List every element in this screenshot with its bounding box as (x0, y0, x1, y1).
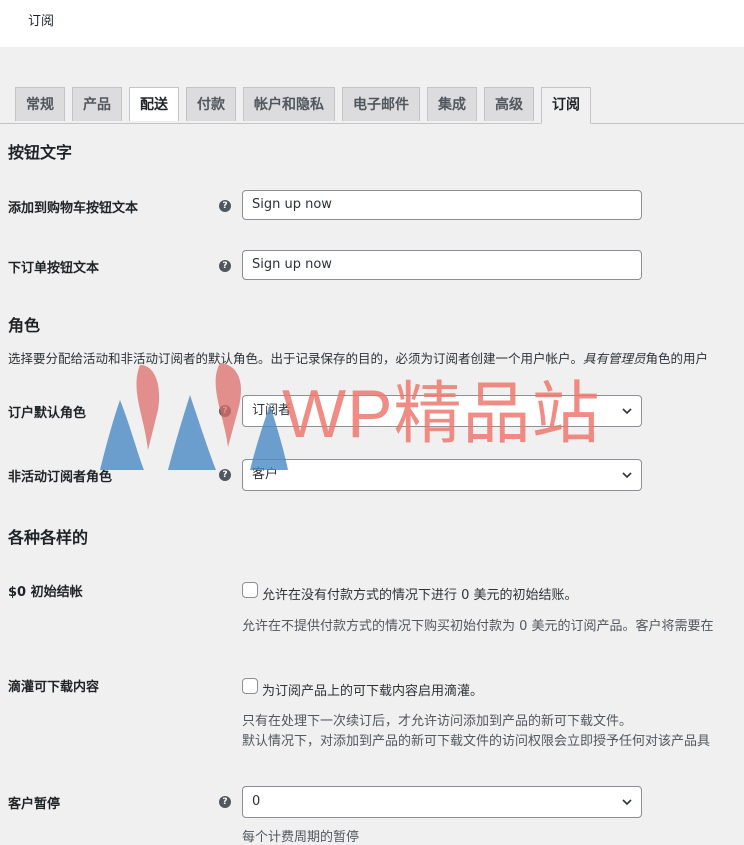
chevron-down-icon (622, 799, 632, 806)
tab-general[interactable]: 常规 (15, 87, 65, 121)
help-icon[interactable]: ? (219, 200, 231, 212)
customer-suspension-description: 每个计费周期的暂停 (242, 830, 360, 845)
drip-description-line-1: 只有在处理下一次续订后，才允许访问添加到产品的新可下载文件。 (242, 714, 633, 729)
drip-downloads-checkbox[interactable] (242, 678, 258, 694)
tab-subscriptions[interactable]: 订阅 (541, 87, 591, 124)
customer-suspension-value: 0 (252, 794, 261, 809)
zero-checkout-description: 允许在不提供付款方式的情况下购买初始付款为 0 美元的订阅产品。客户将需要在 (242, 619, 714, 634)
tab-payments[interactable]: 付款 (186, 87, 236, 121)
tab-integration[interactable]: 集成 (427, 87, 477, 121)
page-header: 订阅 (0, 0, 744, 47)
section-heading-misc: 各种各样的 (8, 528, 89, 547)
default-role-select[interactable]: 订阅者 (242, 395, 642, 427)
inactive-role-value: 客户 (252, 467, 279, 482)
chevron-down-icon (622, 472, 632, 479)
tab-products[interactable]: 产品 (72, 87, 122, 121)
zero-checkout-checkbox[interactable] (242, 582, 258, 598)
zero-checkout-label: $0 初始结帐 (8, 585, 83, 600)
section-heading-button-text: 按钮文字 (8, 143, 73, 162)
help-icon[interactable]: ? (219, 260, 231, 272)
customer-suspension-select[interactable]: 0 (242, 786, 642, 818)
roles-description: 选择要分配给活动和非活动订阅者的默认角色。出于记录保存的目的，必须为订阅者创建一… (8, 351, 709, 366)
inactive-role-label: 非活动订阅者角色 (8, 470, 113, 485)
default-role-label: 订户默认角色 (8, 406, 87, 421)
inactive-role-select[interactable]: 客户 (242, 459, 642, 491)
settings-tabs: 常规 产品 配送 付款 帐户和隐私 电子邮件 集成 高级 订阅 (0, 87, 744, 124)
section-heading-roles: 角色 (8, 316, 41, 335)
help-icon[interactable]: ? (219, 796, 231, 808)
drip-downloads-label: 滴灌可下载内容 (8, 680, 100, 695)
customer-suspension-label: 客户暂停 (8, 797, 61, 812)
add-to-cart-text-input[interactable]: Sign up now (242, 190, 642, 220)
help-icon[interactable]: ? (219, 469, 231, 481)
drip-downloads-checkbox-label: 为订阅产品上的可下载内容启用滴灌。 (262, 684, 484, 699)
add-to-cart-label: 添加到购物车按钮文本 (8, 201, 139, 216)
default-role-value: 订阅者 (252, 403, 292, 418)
tab-emails[interactable]: 电子邮件 (342, 87, 420, 121)
help-icon[interactable]: ? (219, 405, 231, 417)
drip-description-line-2: 默认情况下，对添加到产品的新可下载文件的访问权限会立即授予任何对该产品具 (242, 734, 711, 749)
zero-checkout-checkbox-label: 允许在没有付款方式的情况下进行 0 美元的初始结账。 (262, 588, 578, 603)
page-title: 订阅 (28, 14, 55, 29)
place-order-text-input[interactable]: Sign up now (242, 250, 642, 280)
chevron-down-icon (622, 408, 632, 415)
tab-advanced[interactable]: 高级 (484, 87, 534, 121)
tab-shipping[interactable]: 配送 (129, 87, 179, 121)
tab-accounts-privacy[interactable]: 帐户和隐私 (243, 87, 335, 121)
place-order-label: 下订单按钮文本 (8, 261, 100, 276)
